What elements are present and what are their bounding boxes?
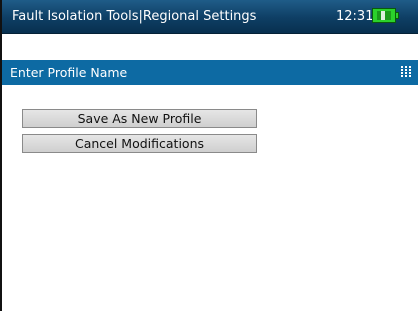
battery-tip: [396, 12, 399, 19]
clock: 12:31: [336, 9, 374, 24]
title-bar: Fault Isolation Tools|Regional Settings …: [2, 0, 418, 34]
cancel-modifications-button[interactable]: Cancel Modifications: [22, 134, 257, 153]
profile-name-label: Enter Profile Name: [10, 65, 128, 80]
charging-plug-icon: [381, 11, 385, 20]
keypad-icon[interactable]: [401, 66, 412, 78]
window-title: Fault Isolation Tools|Regional Settings: [12, 9, 257, 24]
profile-name-header[interactable]: Enter Profile Name: [2, 60, 418, 85]
save-as-new-profile-button[interactable]: Save As New Profile: [22, 109, 257, 128]
device-screen: Fault Isolation Tools|Regional Settings …: [0, 0, 418, 311]
